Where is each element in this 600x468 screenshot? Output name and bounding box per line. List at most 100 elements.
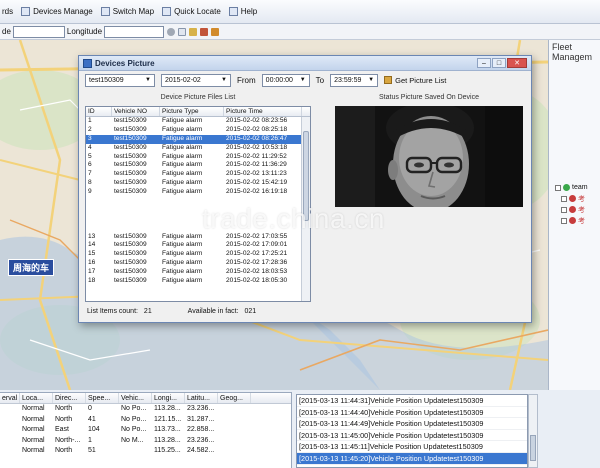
- table-row[interactable]: 9 test150309 Fatigue alarm 2015-02-02 16:19…: [86, 188, 310, 197]
- get-picture-list-button[interactable]: Get Picture List: [384, 76, 446, 85]
- menu-item-devices-manage[interactable]: Devices Manage: [21, 7, 93, 16]
- vehicle-row[interactable]: Normal North-... 1 No M... 113.28... 23.236..…: [0, 436, 291, 447]
- table-cell-id: 1: [88, 117, 92, 124]
- column-picture-type[interactable]: Picture Type: [160, 107, 224, 116]
- column-id[interactable]: ID: [86, 107, 112, 116]
- log-entry[interactable]: [2015-03-13 11:45:11]Vehicle Position Up…: [297, 441, 527, 453]
- column-direction[interactable]: Direc...: [53, 393, 86, 403]
- vehicle-cell: 24.582...: [187, 447, 215, 454]
- table-cell-id: 7: [88, 170, 92, 178]
- vehicle-row[interactable]: Normal North 51 115.25... 24.582...: [0, 446, 291, 457]
- vehicle-cell: [119, 446, 152, 457]
- table-row[interactable]: 8 test150309 Fatigue alarm 2015-02-02 15:42…: [86, 179, 310, 188]
- longitude-label: Longitude: [66, 27, 103, 36]
- table-row[interactable]: [86, 295, 310, 301]
- column-latitude[interactable]: Latitu...: [185, 393, 218, 403]
- table-row[interactable]: 1 test150309 Fatigue alarm 2015-02-02 08:23…: [86, 117, 310, 126]
- device-select[interactable]: test150309 ▼: [85, 73, 155, 87]
- column-vehicle-no[interactable]: Vehicle NO: [112, 107, 160, 116]
- vehicle-cell: Normal: [22, 426, 45, 433]
- minimize-button[interactable]: –: [477, 58, 491, 68]
- vehicle-row[interactable]: Normal North 0 No Po... 113.28... 23.236...: [0, 404, 291, 415]
- vehicle-map-label[interactable]: 周海的车: [8, 259, 55, 276]
- table-cell-type: Fatigue alarm: [162, 161, 203, 169]
- table-row[interactable]: 4 test150309 Fatigue alarm 2015-02-02 10:53…: [86, 144, 310, 153]
- table-cell-id: 18: [88, 277, 96, 285]
- column-interval[interactable]: erval: [0, 393, 20, 403]
- vehicle-cell: 31.287...: [187, 415, 215, 423]
- table-cell-veh: test150309: [114, 143, 147, 151]
- date-select[interactable]: 2015-02-02 ▼: [161, 73, 231, 87]
- to-time-select[interactable]: 23:59:59 ▼: [330, 73, 379, 87]
- menu-item-quick-locate[interactable]: Quick Locate: [162, 7, 221, 16]
- log-entry[interactable]: [2015-03-13 11:45:00]Vehicle Position Up…: [297, 430, 527, 442]
- log-entry[interactable]: [2015-03-13 11:44:49]Vehicle Position Up…: [297, 418, 527, 430]
- from-label: From: [237, 75, 256, 85]
- search-icon[interactable]: [167, 27, 176, 36]
- vehicle-cell: [0, 404, 20, 415]
- maximize-button[interactable]: □: [492, 58, 506, 68]
- log-entry[interactable]: [2015-03-13 11:44:40]Vehicle Position Up…: [297, 407, 527, 419]
- table-row[interactable]: [86, 286, 310, 295]
- column-picture-time[interactable]: Picture Time: [224, 107, 302, 116]
- vehicle-cell: Normal: [22, 436, 45, 444]
- help-icon: [228, 7, 238, 16]
- vehicle-table-header: erval Loca... Direc... Spee... Vehic... …: [0, 393, 291, 404]
- latitude-input[interactable]: [12, 25, 65, 38]
- list-title: Device Picture Files List: [160, 94, 236, 101]
- pencil-icon[interactable]: [211, 27, 220, 36]
- checkbox-icon[interactable]: [561, 195, 567, 202]
- vehicle-row[interactable]: Normal North 41 No Po... 121.15... 31.287...: [0, 415, 291, 426]
- table-row[interactable]: 18 test150309 Fatigue alarm 2015-02-02 18:0…: [86, 277, 310, 286]
- checkbox-icon[interactable]: [561, 206, 567, 213]
- table-cell-veh: test150309: [114, 232, 147, 240]
- event-log[interactable]: [2015-03-13 11:44:31]Vehicle Position Up…: [296, 394, 528, 468]
- column-speed[interactable]: Spee...: [86, 393, 119, 403]
- table-row[interactable]: 16 test150309 Fatigue alarm 2015-02-02 17:2…: [86, 259, 310, 268]
- table-row[interactable]: 15 test150309 Fatigue alarm 2015-02-02 17:2…: [86, 250, 310, 259]
- menu-item-records[interactable]: rds: [2, 7, 13, 16]
- expand-icon[interactable]: [555, 184, 561, 191]
- page-icon[interactable]: [178, 27, 187, 36]
- table-row[interactable]: 5 test150309 Fatigue alarm 2015-02-02 11:29…: [86, 153, 310, 162]
- available-value: 021: [244, 308, 257, 315]
- table-cell-id: 16: [88, 259, 96, 267]
- vehicle-status-table[interactable]: erval Loca... Direc... Spee... Vehic... …: [0, 392, 292, 468]
- table-row[interactable]: 14 test150309 Fatigue alarm 2015-02-02 17:0…: [86, 241, 310, 250]
- column-longitude[interactable]: Longi...: [152, 393, 185, 403]
- log-entry[interactable]: [2015-03-13 11:45:20]Vehicle Position Up…: [297, 452, 527, 465]
- table-row[interactable]: 6 test150309 Fatigue alarm 2015-02-02 11:36…: [86, 161, 310, 170]
- table-row[interactable]: 7 test150309 Fatigue alarm 2015-02-02 13:11…: [86, 170, 310, 179]
- dialog-titlebar[interactable]: Devices Picture – □ ✕: [79, 56, 531, 71]
- vehicle-cell: No Po...: [121, 405, 147, 412]
- from-time-select[interactable]: 00:00:00 ▼: [261, 73, 310, 87]
- column-location[interactable]: Loca...: [20, 393, 53, 403]
- tree-item-team[interactable]: team: [555, 182, 600, 193]
- table-cell-veh: test150309: [114, 179, 147, 187]
- folder-icon[interactable]: [189, 27, 198, 36]
- menu-item-switch-map[interactable]: Switch Map: [100, 7, 154, 16]
- table-cell-id: 5: [88, 152, 92, 160]
- close-button[interactable]: ✕: [507, 58, 527, 68]
- table-cell-veh: [112, 224, 160, 233]
- table-row[interactable]: 2 test150309 Fatigue alarm 2015-02-02 08:25…: [86, 126, 310, 135]
- column-vehicle[interactable]: Vehic...: [119, 393, 152, 403]
- vehicle-row[interactable]: Normal East 104 No Po... 113.73... 22.858...: [0, 425, 291, 436]
- tree-item[interactable]: 考: [561, 215, 600, 226]
- vehicle-table-body: Normal North 0 No Po... 113.28... 23.236... No…: [0, 404, 291, 457]
- tree-item[interactable]: 考: [561, 204, 600, 215]
- vehicle-cell: [218, 425, 251, 436]
- log-scrollbar[interactable]: [528, 394, 538, 468]
- column-geography[interactable]: Geog...: [218, 393, 251, 403]
- table-row[interactable]: 17 test150309 Fatigue alarm 2015-02-02 18:0…: [86, 268, 310, 277]
- dialog-footer: List Items count: 21 Available in fact: …: [87, 308, 260, 315]
- tree-item[interactable]: 考: [561, 193, 600, 204]
- marker-icon[interactable]: [200, 27, 209, 36]
- log-entry[interactable]: [2015-03-13 11:44:31]Vehicle Position Up…: [297, 395, 527, 407]
- checkbox-icon[interactable]: [561, 217, 567, 224]
- longitude-input[interactable]: [104, 25, 165, 38]
- table-cell-id: 9: [88, 188, 92, 196]
- scrollbar-thumb[interactable]: [530, 435, 536, 461]
- table-row[interactable]: 3 test150309 Fatigue alarm 2015-02-02 08:26…: [86, 134, 310, 144]
- menu-item-help[interactable]: Help: [228, 7, 257, 16]
